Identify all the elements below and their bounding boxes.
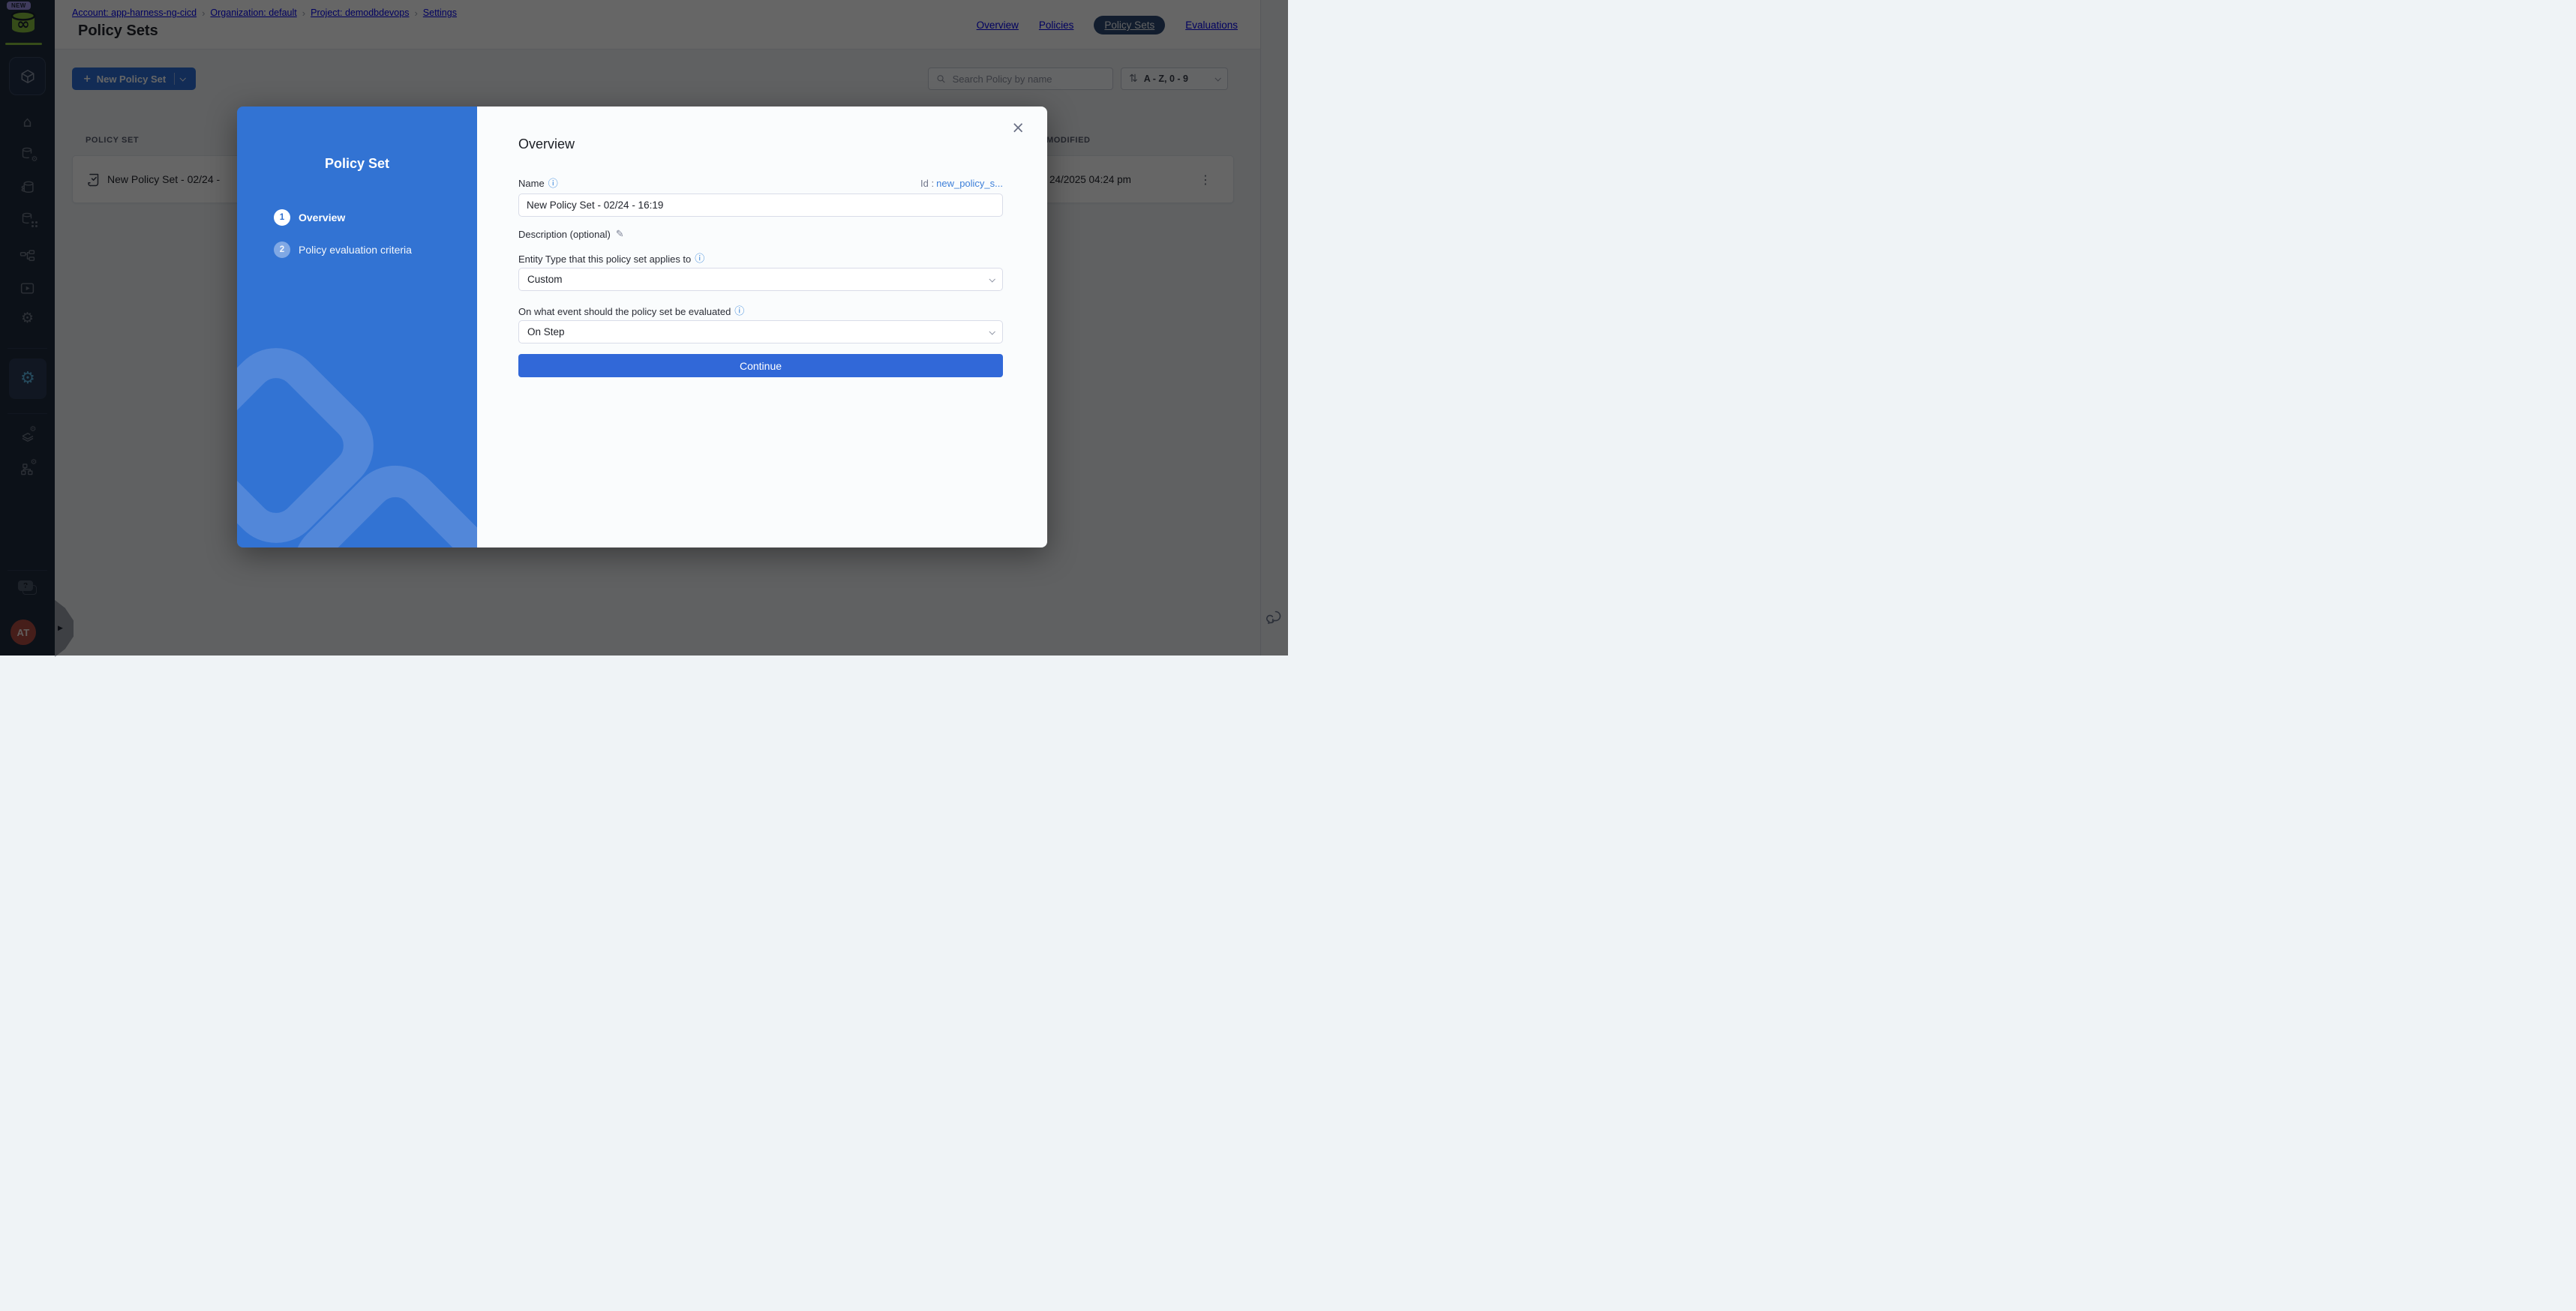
step-label: Overview bbox=[299, 212, 345, 224]
entity-type-value: Custom bbox=[527, 274, 563, 285]
harness-watermark bbox=[237, 106, 477, 548]
chevron-down-icon bbox=[989, 328, 995, 334]
wizard-sidebar: Policy Set 1 Overview 2 Policy evaluatio… bbox=[237, 106, 477, 548]
wizard-step-evaluation-criteria[interactable]: 2 Policy evaluation criteria bbox=[274, 242, 412, 258]
description-label: Description (optional) bbox=[518, 229, 611, 240]
step-number: 2 bbox=[274, 242, 290, 258]
step-label: Policy evaluation criteria bbox=[299, 244, 412, 256]
event-select[interactable]: On Step bbox=[518, 320, 1003, 344]
step-number: 1 bbox=[274, 209, 290, 226]
info-icon[interactable]: ⓘ bbox=[695, 254, 704, 264]
edit-pencil-icon[interactable]: ✎ bbox=[616, 229, 624, 240]
entity-type-label: Entity Type that this policy set applies… bbox=[518, 254, 691, 265]
info-icon[interactable]: ⓘ bbox=[734, 307, 744, 316]
event-value: On Step bbox=[527, 326, 565, 338]
continue-button[interactable]: Continue bbox=[518, 354, 1003, 377]
chevron-down-icon bbox=[989, 276, 995, 282]
policy-set-wizard-modal: Policy Set 1 Overview 2 Policy evaluatio… bbox=[237, 106, 1047, 548]
id-field: Id :new_policy_s... bbox=[920, 178, 1003, 189]
name-label: Nameⓘ bbox=[518, 178, 558, 189]
step-heading: Overview bbox=[518, 136, 1003, 152]
wizard-step-overview[interactable]: 1 Overview bbox=[274, 209, 345, 226]
name-input[interactable] bbox=[518, 194, 1003, 217]
wizard-title: Policy Set bbox=[237, 156, 477, 172]
id-link[interactable]: new_policy_s... bbox=[936, 178, 1003, 189]
entity-type-select[interactable]: Custom bbox=[518, 268, 1003, 291]
overview-step-panel: × Overview Nameⓘ Id :new_policy_s... Des… bbox=[477, 106, 1047, 548]
event-label: On what event should the policy set be e… bbox=[518, 306, 731, 317]
close-icon[interactable]: × bbox=[1011, 120, 1025, 136]
info-icon[interactable]: ⓘ bbox=[548, 178, 558, 190]
